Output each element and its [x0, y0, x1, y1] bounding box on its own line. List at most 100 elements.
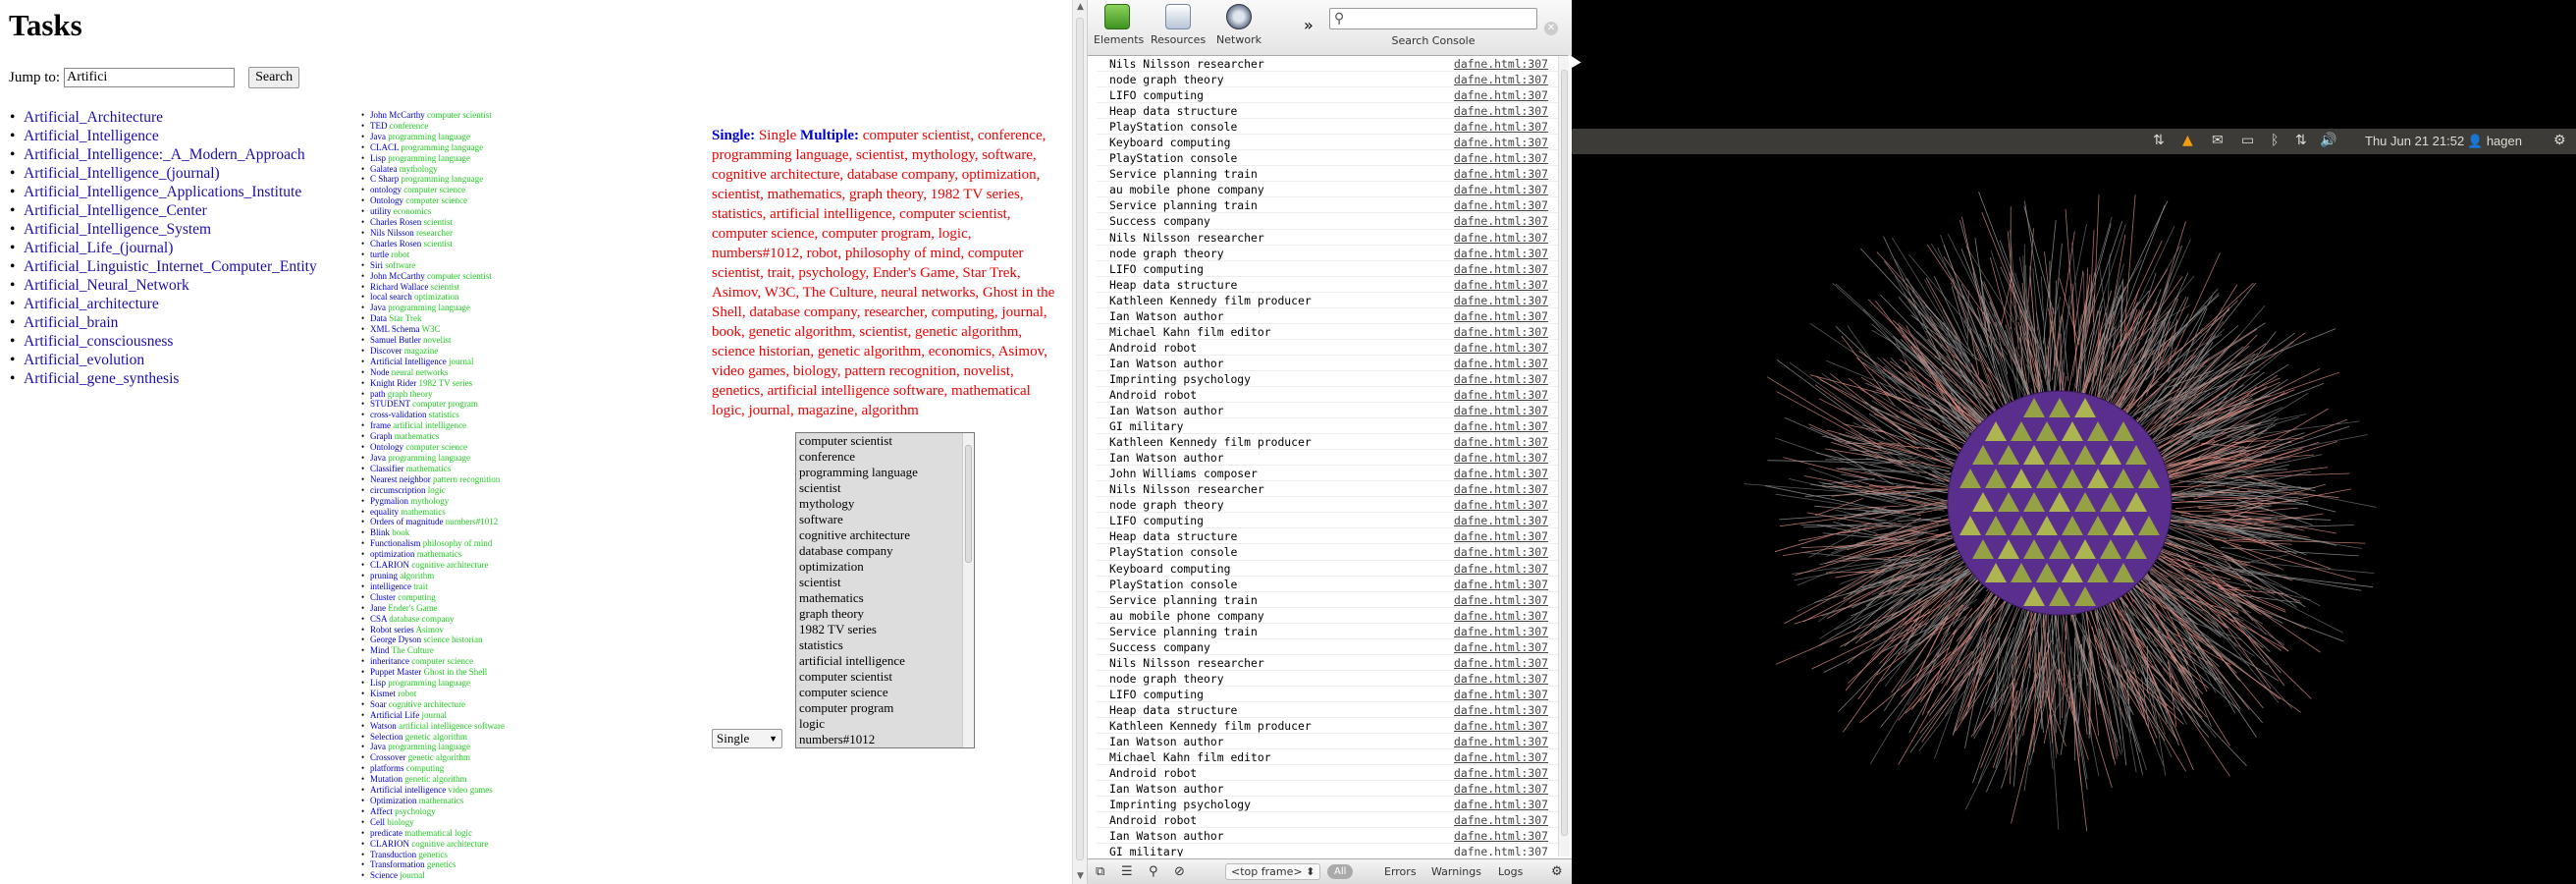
console-source-link[interactable]: dafne.html:307	[1454, 592, 1548, 608]
result-link[interactable]: Artificial_Intelligence_System	[10, 220, 317, 239]
result-link[interactable]: Artificial_Linguistic_Internet_Computer_…	[10, 257, 317, 276]
console-source-link[interactable]: dafne.html:307	[1454, 844, 1548, 856]
listbox-option[interactable]: optimization	[796, 559, 963, 575]
console-source-link[interactable]: dafne.html:307	[1454, 356, 1548, 371]
listbox-option[interactable]: 1982 TV series	[796, 622, 963, 637]
result-link[interactable]: Artificial_brain	[10, 313, 317, 332]
console-source-link[interactable]: dafne.html:307	[1454, 293, 1548, 308]
console-source-link[interactable]: dafne.html:307	[1454, 277, 1548, 293]
clear-search-icon[interactable]: ✕	[1544, 22, 1558, 35]
mode-select[interactable]: Single ▼	[712, 729, 782, 748]
tab-network[interactable]: Network	[1215, 4, 1262, 46]
dock-icon[interactable]: ⧉	[1096, 864, 1104, 879]
result-link[interactable]: Artificial_consciousness	[10, 332, 317, 351]
filter-all[interactable]: All	[1327, 864, 1354, 879]
listbox-option[interactable]: computer science	[796, 685, 963, 700]
result-link[interactable]: Artificial_Intelligence_(journal)	[10, 164, 317, 183]
listbox-option[interactable]: programming language	[796, 465, 963, 480]
result-link[interactable]: Artificial_evolution	[10, 351, 317, 369]
listbox-option[interactable]: statistics	[796, 637, 963, 653]
console-source-link[interactable]: dafne.html:307	[1454, 497, 1548, 513]
console-source-link[interactable]: dafne.html:307	[1454, 577, 1548, 592]
console-source-link[interactable]: dafne.html:307	[1454, 528, 1548, 544]
console-source-link[interactable]: dafne.html:307	[1454, 608, 1548, 624]
console-source-link[interactable]: dafne.html:307	[1454, 246, 1548, 261]
clock[interactable]: Thu Jun 21 21:52	[2365, 134, 2464, 148]
console-source-link[interactable]: dafne.html:307	[1454, 544, 1548, 560]
user-menu[interactable]: 👤 hagen	[2467, 134, 2522, 149]
console-source-link[interactable]: dafne.html:307	[1454, 340, 1548, 356]
console-source-link[interactable]: dafne.html:307	[1454, 418, 1548, 434]
console-source-link[interactable]: dafne.html:307	[1454, 639, 1548, 655]
result-link[interactable]: Artificial_Intelligence	[10, 127, 317, 145]
result-link[interactable]: Artificial_Neural_Network	[10, 276, 317, 295]
gear-icon[interactable]: ⚙	[1551, 864, 1563, 879]
console-source-link[interactable]: dafne.html:307	[1454, 812, 1548, 828]
listbox-option[interactable]: graph theory	[796, 606, 963, 622]
frame-select[interactable]: <top frame> ⬍	[1225, 863, 1321, 880]
scroll-up-arrow-icon[interactable]: ▲	[1073, 0, 1088, 15]
listbox-option[interactable]: numbers#1012	[796, 732, 963, 747]
search-icon[interactable]: ⚲	[1149, 864, 1158, 879]
console-source-link[interactable]: dafne.html:307	[1454, 687, 1548, 702]
console-source-link[interactable]: dafne.html:307	[1454, 450, 1548, 466]
scroll-down-arrow-icon[interactable]: ▼	[1073, 869, 1088, 884]
console-source-link[interactable]: dafne.html:307	[1454, 197, 1548, 213]
console-source-link[interactable]: dafne.html:307	[1454, 466, 1548, 481]
console-scrollbar[interactable]	[1558, 56, 1570, 856]
result-link[interactable]: Artificial_architecture	[10, 295, 317, 313]
listbox-option[interactable]: cognitive architecture	[796, 527, 963, 543]
gear-icon[interactable]: ⚙	[2553, 133, 2566, 148]
result-link[interactable]: Artificial_Architecture	[10, 108, 317, 127]
console-source-link[interactable]: dafne.html:307	[1454, 166, 1548, 182]
console-source-link[interactable]: dafne.html:307	[1454, 749, 1548, 765]
console-drawer-icon[interactable]: ☰	[1121, 864, 1133, 879]
console-source-link[interactable]: dafne.html:307	[1454, 481, 1548, 497]
page-scroll-thumb[interactable]	[1076, 18, 1084, 860]
bluetooth-icon[interactable]: ᛒ	[2271, 133, 2279, 148]
console-source-link[interactable]: dafne.html:307	[1454, 72, 1548, 87]
search-button[interactable]: Search	[248, 67, 300, 88]
console-source-link[interactable]: dafne.html:307	[1454, 797, 1548, 812]
listbox-scroll-thumb[interactable]	[965, 445, 972, 563]
console-source-link[interactable]: dafne.html:307	[1454, 182, 1548, 197]
page-scrollbar[interactable]: ▲ ▼	[1072, 0, 1087, 884]
filter-errors[interactable]: Errors	[1384, 865, 1417, 878]
console-source-link[interactable]: dafne.html:307	[1454, 734, 1548, 749]
console-source-link[interactable]: dafne.html:307	[1454, 119, 1548, 135]
console-source-link[interactable]: dafne.html:307	[1454, 324, 1548, 340]
listbox-scrollbar[interactable]	[962, 433, 974, 747]
mail-icon[interactable]: ✉	[2212, 133, 2224, 148]
listbox-option[interactable]: computer scientist	[796, 669, 963, 685]
filter-logs[interactable]: Logs	[1498, 865, 1523, 878]
console-source-link[interactable]: dafne.html:307	[1454, 702, 1548, 718]
network-transfer-icon[interactable]: ⇅	[2295, 133, 2307, 148]
console-source-link[interactable]: dafne.html:307	[1454, 213, 1548, 229]
console-scroll-thumb[interactable]	[1561, 70, 1568, 836]
listbox-option[interactable]: computer scientist	[796, 433, 963, 449]
more-tabs-button[interactable]: »	[1304, 16, 1314, 34]
listbox-option[interactable]: mythology	[796, 496, 963, 512]
listbox-option[interactable]: conference	[796, 449, 963, 465]
result-link[interactable]: Artificial_Life_(journal)	[10, 239, 317, 257]
console-source-link[interactable]: dafne.html:307	[1454, 308, 1548, 324]
console-source-link[interactable]: dafne.html:307	[1454, 230, 1548, 246]
tab-elements[interactable]: Elements	[1094, 4, 1144, 46]
result-link[interactable]: Artificial_Intelligence_Center	[10, 201, 317, 220]
console-source-link[interactable]: dafne.html:307	[1454, 261, 1548, 277]
category-listbox[interactable]: computer scientist conference programming …	[795, 432, 975, 748]
console-search-input[interactable]: ⚲	[1329, 8, 1537, 29]
listbox-option[interactable]: computer program	[796, 700, 963, 716]
listbox-option[interactable]: mathematics	[796, 590, 963, 606]
console-source-link[interactable]: dafne.html:307	[1454, 87, 1548, 103]
console-source-link[interactable]: dafne.html:307	[1454, 403, 1548, 418]
console-source-link[interactable]: dafne.html:307	[1454, 135, 1548, 150]
listbox-option[interactable]: logic	[796, 716, 963, 732]
battery-icon[interactable]: ▭	[2241, 133, 2254, 148]
console-source-link[interactable]: dafne.html:307	[1454, 781, 1548, 797]
console-source-link[interactable]: dafne.html:307	[1454, 655, 1548, 671]
listbox-option[interactable]: database company	[796, 543, 963, 559]
console-source-link[interactable]: dafne.html:307	[1454, 624, 1548, 639]
listbox-option[interactable]: software	[796, 512, 963, 527]
filter-warnings[interactable]: Warnings	[1431, 865, 1481, 878]
